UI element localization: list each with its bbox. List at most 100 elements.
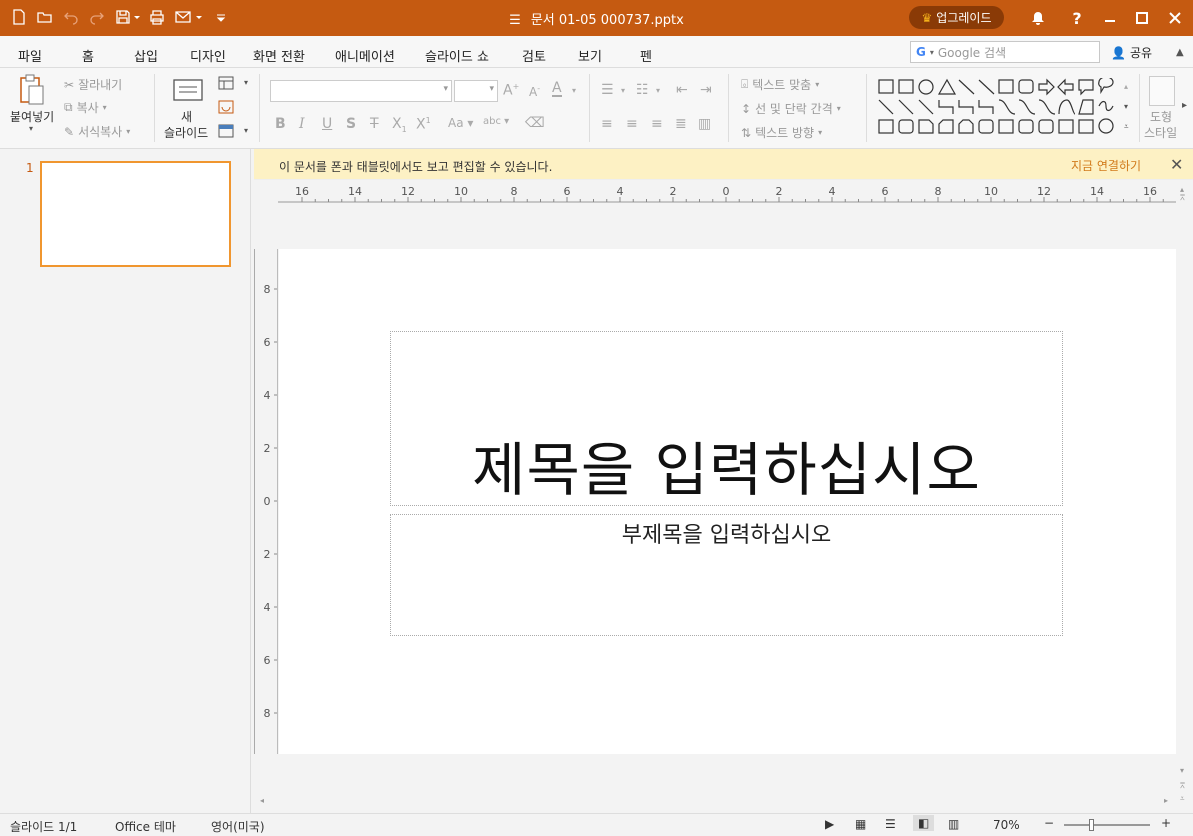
zoom-slider-thumb[interactable] — [1089, 819, 1094, 831]
numbered-list-icon[interactable]: ☷ — [636, 82, 649, 98]
font-color-dropdown-icon[interactable]: ▾ — [572, 86, 576, 95]
new-slide-button[interactable]: 슬라이드 — [164, 124, 208, 141]
layout-icon[interactable] — [218, 76, 234, 90]
paste-button[interactable]: 붙여넣기 — [10, 108, 54, 125]
shapes-gallery[interactable] — [876, 76, 1121, 138]
tab-transitions[interactable]: 화면 전환 — [253, 46, 305, 65]
horizontal-scrollbar[interactable]: ◂ ▸ — [254, 795, 1176, 811]
strikethrough-icon[interactable]: T — [370, 116, 379, 132]
scroll-up-page-icon[interactable]: ⩞ — [1180, 193, 1185, 203]
slide-thumbnail[interactable] — [40, 161, 231, 267]
help-icon[interactable]: ? — [1067, 8, 1087, 28]
reading-view-icon[interactable]: ▥ — [948, 817, 959, 831]
new-slide-icon[interactable] — [173, 78, 203, 102]
title-text[interactable]: 제목을 입력하십시오 — [391, 435, 1062, 505]
shapes-scroll-up-icon[interactable]: ▴ — [1124, 82, 1128, 91]
font-size-select[interactable] — [454, 80, 498, 102]
section-icon[interactable] — [218, 124, 234, 138]
tab-review[interactable]: 검토 — [522, 46, 546, 65]
bullet-dropdown-icon[interactable]: ▾ — [621, 86, 625, 95]
font-color-icon[interactable]: A — [552, 81, 562, 97]
align-right-icon[interactable]: ≡ — [651, 116, 663, 132]
decrease-font-icon[interactable]: A- — [529, 84, 540, 99]
layout-dropdown-icon[interactable]: ▾ — [244, 78, 248, 87]
normal-view-icon[interactable]: ◧ — [913, 815, 935, 831]
tab-insert[interactable]: 삽입 — [134, 46, 158, 65]
zoom-slider[interactable] — [1064, 824, 1150, 826]
reset-slide-icon[interactable] — [218, 100, 234, 114]
notification-bell-icon[interactable] — [1028, 8, 1048, 28]
document-menu-icon[interactable]: ☰ — [509, 13, 521, 28]
text-direction-button[interactable]: ⇅ 텍스트 방향 ▾ — [741, 124, 822, 141]
paste-icon[interactable] — [18, 74, 46, 106]
line-spacing-button[interactable]: ↕ 선 및 단락 간격 ▾ — [741, 100, 841, 117]
zoom-level[interactable]: 70% — [993, 818, 1020, 832]
slide-canvas[interactable]: 제목을 입력하십시오 부제목을 입력하십시오 — [279, 249, 1176, 754]
scroll-down-icon[interactable]: ▾ — [1180, 766, 1184, 775]
slide-sorter-view-icon[interactable]: ▦ — [855, 817, 866, 831]
tab-file[interactable]: 파일 — [18, 46, 42, 65]
vertical-scrollbar[interactable]: ▴ ⩞ ▾ ⩞ ⩡ — [1176, 183, 1193, 813]
minimize-icon[interactable] — [1100, 8, 1120, 28]
increase-font-icon[interactable]: A+ — [503, 82, 519, 99]
underline-icon[interactable]: U — [322, 116, 332, 132]
scroll-right-icon[interactable]: ▸ — [1164, 796, 1168, 805]
change-case-icon[interactable]: Aa ▾ — [448, 116, 473, 130]
format-painter-button[interactable]: ✎ 서식복사 ▾ — [64, 123, 130, 140]
bullet-list-icon[interactable]: ☰ — [601, 82, 614, 98]
scroll-left-icon[interactable]: ◂ — [260, 796, 264, 805]
subtitle-text[interactable]: 부제목을 입력하십시오 — [391, 517, 1062, 549]
italic-icon[interactable]: I — [299, 116, 305, 132]
subscript-icon[interactable]: X1 — [392, 116, 407, 134]
tab-design[interactable]: 디자인 — [190, 46, 226, 65]
increase-indent-icon[interactable]: ⇥ — [700, 82, 712, 98]
align-center-icon[interactable]: ≡ — [626, 116, 638, 132]
bold-icon[interactable]: B — [275, 116, 286, 132]
shapes-more-icon[interactable]: ⩡ — [1124, 122, 1129, 132]
font-family-select[interactable] — [270, 80, 452, 102]
ruler-label: 2 — [776, 185, 783, 198]
tab-slideshow[interactable]: 슬라이드 쇼 — [425, 46, 489, 65]
align-left-icon[interactable]: ≡ — [601, 116, 613, 132]
shape-style-icon[interactable] — [1149, 76, 1175, 106]
copy-button[interactable]: ⧉ 복사 ▾ — [64, 99, 107, 116]
close-window-icon[interactable] — [1165, 8, 1185, 28]
tab-home[interactable]: 홈 — [82, 46, 94, 70]
share-button[interactable]: 👤 공유 — [1111, 44, 1152, 61]
paste-dropdown-icon[interactable]: ▾ — [29, 124, 33, 133]
search-engine-dropdown-icon[interactable]: ▾ — [930, 48, 934, 57]
collapse-ribbon-icon[interactable]: ▲ — [1176, 47, 1184, 58]
tab-animations[interactable]: 애니메이션 — [335, 46, 395, 65]
close-banner-icon[interactable]: ✕ — [1170, 155, 1183, 174]
maximize-icon[interactable] — [1132, 8, 1152, 28]
previous-slide-icon[interactable]: ⩞ — [1180, 781, 1185, 791]
language[interactable]: 영어(미국) — [211, 818, 265, 835]
zoom-out-icon[interactable]: − — [1044, 816, 1054, 830]
shapes-scroll-down-icon[interactable]: ▾ — [1124, 102, 1128, 111]
tab-view[interactable]: 보기 — [578, 46, 602, 65]
distribute-icon[interactable]: ▥ — [698, 116, 711, 132]
next-slide-icon[interactable]: ⩡ — [1180, 794, 1185, 804]
subtitle-placeholder[interactable]: 부제목을 입력하십시오 — [390, 514, 1063, 636]
outline-view-icon[interactable]: ☰ — [885, 817, 896, 831]
text-fit-button[interactable]: ⌻ 텍스트 맞춤 ▾ — [741, 76, 819, 93]
shadow-icon[interactable]: S — [346, 116, 356, 132]
clear-formatting-icon[interactable]: ⌫ — [525, 115, 545, 131]
numbered-dropdown-icon[interactable]: ▾ — [656, 86, 660, 95]
section-dropdown-icon[interactable]: ▾ — [244, 126, 248, 135]
slideshow-view-icon[interactable]: ▶ — [825, 817, 834, 831]
decrease-indent-icon[interactable]: ⇤ — [676, 82, 688, 98]
title-placeholder[interactable]: 제목을 입력하십시오 — [390, 331, 1063, 506]
connect-now-link[interactable]: 지금 연결하기 — [1071, 157, 1141, 174]
tab-pen[interactable]: 펜 — [640, 46, 652, 65]
superscript-icon[interactable]: X1 — [416, 116, 431, 133]
cut-button[interactable]: ✂ 잘라내기 — [64, 76, 122, 93]
banner-message: 이 문서를 폰과 태블릿에서도 보고 편집할 수 있습니다. — [279, 160, 553, 174]
justify-icon[interactable]: ≣ — [675, 116, 687, 132]
upgrade-button[interactable]: ♛ 업그레이드 — [909, 6, 1004, 29]
search-input[interactable]: G ▾ Google 검색 — [910, 41, 1100, 63]
character-spacing-icon[interactable]: abc ▾ — [483, 116, 509, 127]
shape-style-button[interactable]: 스타일 — [1144, 124, 1177, 141]
zoom-in-icon[interactable]: + — [1161, 816, 1171, 830]
ribbon-scroll-right-icon[interactable]: ▸ — [1182, 100, 1187, 111]
